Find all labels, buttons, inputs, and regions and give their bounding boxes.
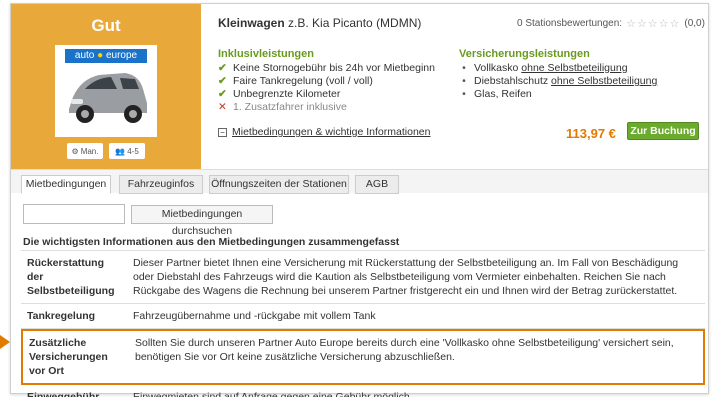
seats-badge: 👥 4-5 <box>109 143 145 159</box>
check-icon: ✔ <box>218 88 227 100</box>
row-label: Rückerstattung der Selbstbeteiligung <box>27 257 115 297</box>
book-button[interactable]: Zur Buchung <box>627 122 699 140</box>
tab-terms[interactable]: AGB <box>355 175 399 194</box>
row-value: Dieser Partner bietet Ihnen eine Versich… <box>133 257 679 297</box>
highlight-arrow-icon <box>0 335 10 349</box>
list-item: ✔ Faire Tankregelung (voll / voll) <box>218 75 373 87</box>
gear-shift-icon: ⚙ <box>71 146 79 156</box>
list-item: ✔ Keine Stornogebühr bis 24h vor Mietbegi… <box>218 62 435 74</box>
row-value: Sollten Sie durch unseren Partner Auto E… <box>135 337 674 363</box>
car-title: Kleinwagen z.B. Kia Picanto (MDMN) <box>218 16 422 30</box>
inclusive-list: ✔ Keine Stornogebühr bis 24h vor Mietbegi… <box>218 62 435 114</box>
star-rating-icon: ☆☆☆☆☆ <box>626 18 681 30</box>
bullet-icon: • <box>462 75 466 87</box>
person-icon: 👥 <box>115 146 126 156</box>
collapse-icon: − <box>218 127 227 137</box>
row-label: Zusätzliche Versicherungen vor Ort <box>29 337 108 377</box>
insurance-info-link[interactable]: ohne Selbstbeteiligung <box>551 75 657 87</box>
table-row: Einweggebühr Einwegmieten sind auf Anfra… <box>21 385 705 397</box>
info-title: Die wichtigsten Informationen aus den Mi… <box>23 236 400 248</box>
insurance-list: • Vollkasko ohne Selbstbeteiligung • Diebs… <box>459 62 657 101</box>
row-value: Einwegmieten sind auf Anfrage gegen eine… <box>133 391 413 397</box>
insurance-info-link[interactable]: ohne Selbstbeteiligung <box>521 62 627 74</box>
transmission-badge: ⚙ Man. <box>67 143 103 159</box>
cross-icon: ✕ <box>218 101 227 113</box>
rating-label: Gut <box>91 16 121 35</box>
rating-panel: Gut auto ● europe ⚙ Man. 👥 4-5 <box>11 4 201 169</box>
row-label: Tankregelung <box>27 310 96 322</box>
row-value: Fahrzeugübernahme und -rückgabe mit voll… <box>133 310 376 322</box>
insurance-heading: Versicherungsleistungen <box>459 48 590 60</box>
row-label: Einweggebühr <box>27 391 100 397</box>
tab-conditions[interactable]: Mietbedingungen <box>21 175 111 194</box>
car-image-box: auto ● europe <box>55 45 157 137</box>
table-row: Rückerstattung der Selbstbeteiligung Die… <box>21 251 705 304</box>
car-image <box>69 73 147 123</box>
conditions-table: Rückerstattung der Selbstbeteiligung Die… <box>21 250 705 397</box>
list-item: ✔ Unbegrenzte Kilometer <box>218 88 341 100</box>
tab-opening-hours[interactable]: Öffnungszeiten der Stationen <box>209 175 349 194</box>
list-item: • Glas, Reifen <box>459 88 657 101</box>
offer-card: Gut auto ● europe ⚙ Man. 👥 4-5 Kleinwagen … <box>10 3 709 397</box>
check-icon: ✔ <box>218 62 227 74</box>
table-row-highlighted: Zusätzliche Versicherungen vor Ort Sollt… <box>21 329 705 385</box>
search-conditions-button[interactable]: Mietbedingungen durchsuchen <box>131 205 273 237</box>
bullet-icon: • <box>462 62 466 74</box>
station-reviews: 0 Stationsbewertungen: ☆☆☆☆☆ (0,0) <box>517 18 705 30</box>
list-item: ✕ 1. Zusatzfahrer inklusive <box>218 101 347 113</box>
tab-vehicle-info[interactable]: Fahrzeuginfos <box>119 175 203 194</box>
list-item: • Diebstahlschutz ohne Selbstbeteiligung <box>459 75 657 88</box>
bullet-icon: • <box>462 88 466 100</box>
list-item: • Vollkasko ohne Selbstbeteiligung <box>459 62 657 75</box>
price: 113,97 € <box>566 126 616 141</box>
conditions-link[interactable]: − Mietbedingungen & wichtige Information… <box>218 126 430 138</box>
inclusive-heading: Inklusivleistungen <box>218 48 314 60</box>
check-icon: ✔ <box>218 75 227 87</box>
table-row: Tankregelung Fahrzeugübernahme und -rück… <box>21 304 705 329</box>
conditions-search-input[interactable] <box>23 204 125 224</box>
